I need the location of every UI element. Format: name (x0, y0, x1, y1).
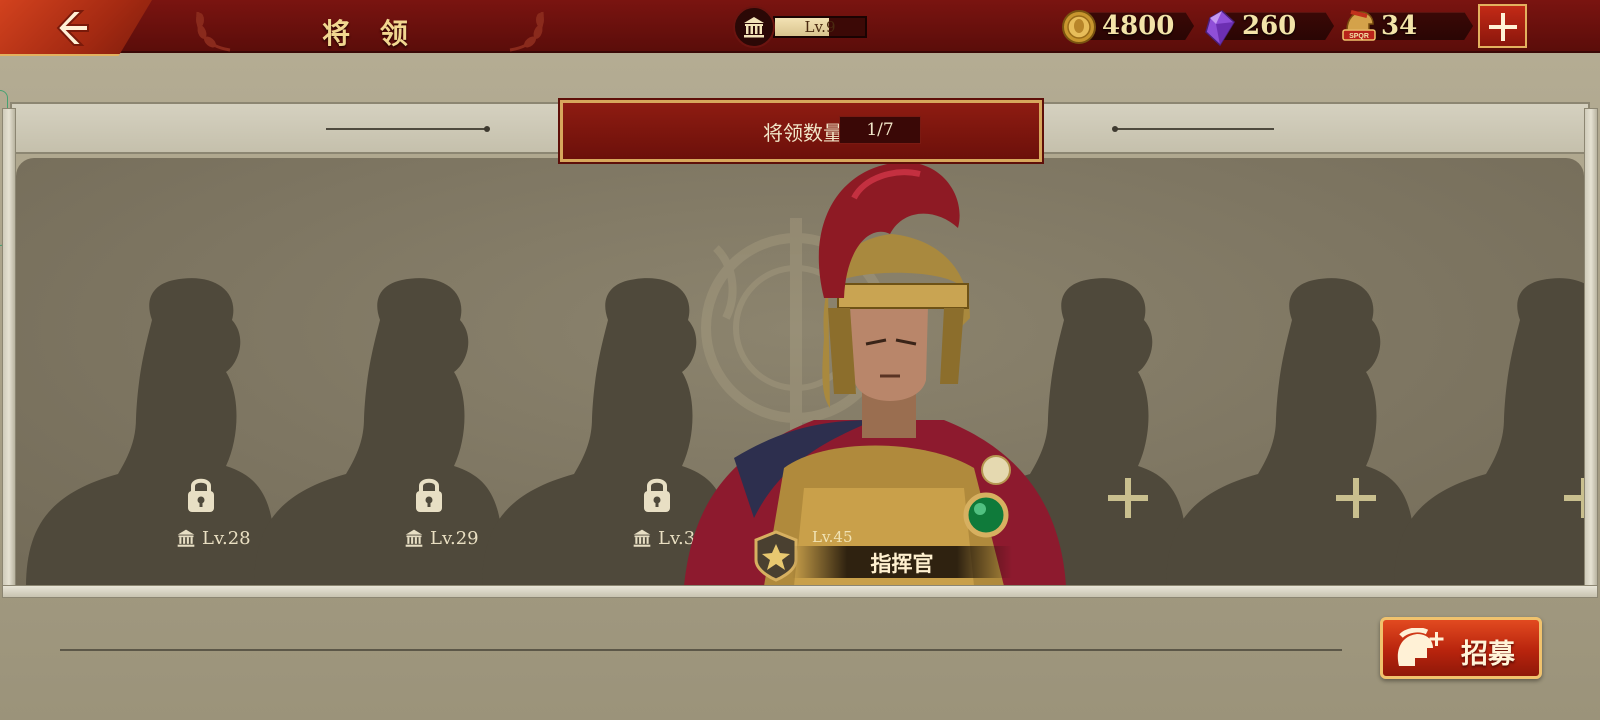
recruit-button[interactable]: 招募 (1380, 617, 1542, 679)
spqr-amount: 34 (1381, 11, 1418, 41)
add-general-plus-icon[interactable] (1562, 476, 1584, 520)
general-silhouette (1166, 278, 1416, 586)
divider-dot (484, 126, 490, 132)
level-label: Lv.9 (804, 18, 836, 36)
recruit-helmet-icon (1397, 628, 1444, 666)
purple-gem-icon (1205, 10, 1235, 46)
lock-icon (188, 478, 214, 512)
frame-column-left (2, 108, 16, 592)
back-arrow-icon (56, 10, 89, 46)
add-general-plus-icon[interactable] (1106, 476, 1150, 520)
general-slot-empty[interactable] (1166, 158, 1416, 586)
general-count-banner: 将领数量 1/7 (560, 100, 1042, 162)
laurel-icon (509, 11, 544, 52)
unlock-level: Lv.29 (404, 526, 479, 550)
general-slot-empty[interactable] (1394, 158, 1584, 586)
frame-bottom (2, 585, 1598, 598)
svg-text:SPQR: SPQR (1349, 33, 1369, 40)
page-title: 将 领 (322, 17, 418, 50)
divider-line (326, 128, 486, 130)
add-general-plus-icon[interactable] (1334, 476, 1378, 520)
city-level-widget[interactable]: Lv.9 (733, 6, 873, 48)
currency-pill (1363, 12, 1473, 40)
gold-coin-icon (1062, 10, 1096, 44)
add-currency-button[interactable] (1478, 4, 1527, 48)
gold-amount: 4800 (1102, 11, 1175, 41)
spqr-helmet-icon: SPQR (1342, 10, 1376, 41)
commander-level: Lv.45 (812, 528, 853, 546)
title-area: 将 领 (190, 4, 550, 52)
general-count-label: 将领数量 (763, 121, 843, 145)
divider-dot (1112, 126, 1118, 132)
lock-icon (416, 478, 442, 512)
commander-portrait (684, 162, 1066, 586)
lock-icon (644, 478, 670, 512)
general-slot-locked[interactable]: Lv.28 (26, 158, 276, 586)
divider-line (60, 649, 1342, 651)
plus-icon-vertical (1501, 13, 1505, 41)
unlock-level-text: Lv.28 (202, 527, 251, 549)
temple-icon (405, 529, 423, 547)
commander-card[interactable]: Lv.45 指挥官 (674, 158, 1084, 586)
general-silhouette (1394, 278, 1584, 586)
frame-column-right (1584, 108, 1598, 592)
divider-line (1114, 128, 1274, 130)
commander-name: 指挥官 (870, 551, 934, 576)
level-progress-bar: Lv.9 (773, 16, 867, 38)
general-slot-locked[interactable]: Lv.29 (254, 158, 504, 586)
temple-icon (733, 6, 775, 48)
generals-arena: Lv.28 Lv.29 Lv.30 Lv.45 指挥官 (16, 158, 1584, 586)
temple-icon (633, 529, 651, 547)
commander-name-bar: 指挥官 (792, 546, 1012, 578)
unlock-level-text: Lv.29 (430, 527, 479, 549)
gem-amount: 260 (1242, 11, 1297, 41)
temple-icon (177, 529, 195, 547)
recruit-label: 招募 (1461, 639, 1515, 670)
back-button[interactable] (0, 0, 152, 56)
unlock-level: Lv.28 (176, 526, 251, 550)
general-count-value: 1/7 (839, 116, 921, 144)
top-bar: 将 领 Lv.9 4800 260 SPQR 34 (0, 0, 1600, 56)
